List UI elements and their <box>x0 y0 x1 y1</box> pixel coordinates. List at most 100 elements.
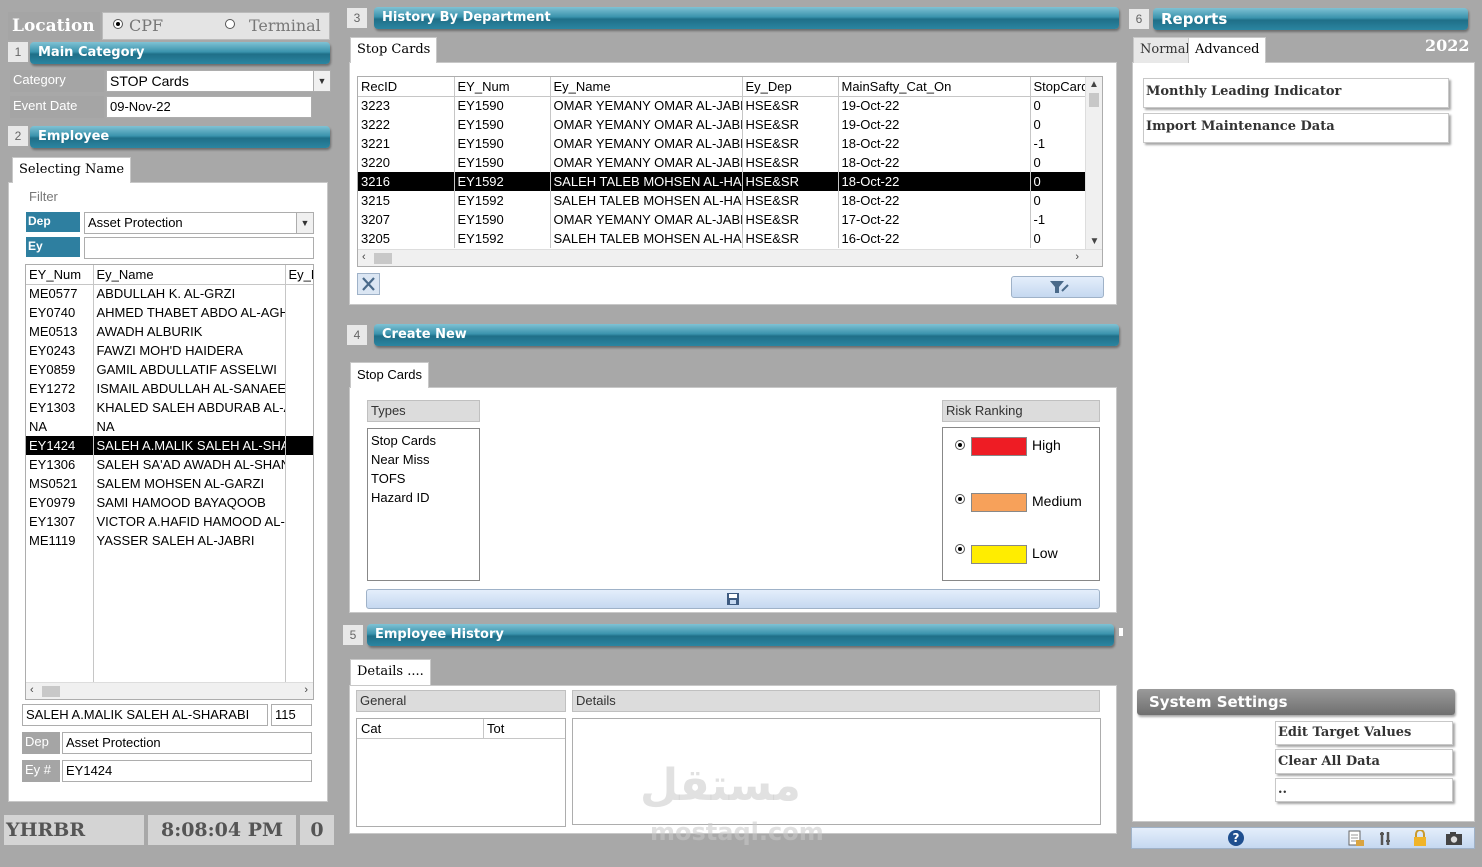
table-row[interactable]: 3221 EY1590 OMAR YEMANY OMAR AL-JABRI HSE&S… <box>358 134 1086 153</box>
edit-target-values-button[interactable]: Edit Target Values <box>1275 721 1453 745</box>
table-row[interactable]: 3215EY1592SALEH TALEB MOHSEN AL-HACHIMHS… <box>358 191 1086 210</box>
employee-list[interactable]: EY_Num Ey_Name Ey_D ME0577ABDULLAH K. AL… <box>25 264 314 700</box>
cell-ey-dep <box>285 360 313 379</box>
tab-selecting-name[interactable]: Selecting Name <box>12 157 132 183</box>
employee-hscrollbar[interactable]: ‹ › <box>26 682 313 699</box>
col-stop-cards[interactable]: StopCards <box>1030 77 1086 97</box>
col-ey-num[interactable]: EY_Num <box>26 265 94 285</box>
col-ey-num[interactable]: EY_Num <box>454 77 551 97</box>
col-tot[interactable]: Tot <box>487 721 504 736</box>
type-item-near-miss[interactable]: Near Miss <box>371 450 476 469</box>
location-radio-cpf[interactable] <box>113 19 123 29</box>
table-row[interactable]: ME0513 AWADH ALBURIK <box>26 322 313 341</box>
risk-ranking-label: Risk Ranking <box>942 400 1100 422</box>
type-item-tofs[interactable]: TOFS <box>371 469 476 488</box>
help-icon[interactable]: ? <box>1228 830 1244 846</box>
scroll-left-icon[interactable]: ‹ <box>362 251 366 263</box>
cell-ey-num: MS0521 <box>26 474 94 493</box>
col-ey-name[interactable]: Ey_Name <box>93 265 286 285</box>
table-row[interactable]: EY1303KHALED SALEH ABDURAB AL-AMRI <box>26 398 313 417</box>
selected-name-field[interactable]: SALEH A.MALIK SALEH AL-SHARABI <box>22 704 268 726</box>
table-row[interactable]: NA NA <box>26 417 313 436</box>
cell-ey-num: ME0513 <box>26 322 94 341</box>
col-ey-name[interactable]: Ey_Name <box>550 77 743 97</box>
clear-filter-button[interactable] <box>357 273 380 295</box>
scroll-left-icon[interactable]: ‹ <box>30 684 34 696</box>
scroll-thumb[interactable] <box>42 686 60 697</box>
risk-radio-high[interactable] <box>955 440 965 450</box>
dep-filter-label: Dep <box>26 212 80 232</box>
table-row[interactable]: 3220 EY1590 OMAR YEMANY OMAR AL-JABRI HSE&S… <box>358 153 1086 172</box>
scroll-right-icon[interactable]: › <box>304 684 308 696</box>
table-row[interactable]: 3216EY1592SALEH TALEB MOHSEN AL-HACHIMHS… <box>358 172 1086 191</box>
cell-ey-name: VICTOR A.HAFID HAMOOD AL-HAMDI <box>93 512 286 531</box>
types-listbox[interactable]: Stop Cards Near Miss TOFS Hazard ID <box>367 428 480 581</box>
col-ey-dep[interactable]: Ey_Dep <box>742 77 839 97</box>
more-settings-button[interactable]: .. <box>1275 778 1453 802</box>
col-ey-dep[interactable]: Ey_D <box>285 265 313 285</box>
column-divider <box>483 719 484 738</box>
table-row[interactable]: 3205EY1592SALEH TALEB MOHSEN AL-HACHIMHS… <box>358 229 1086 248</box>
location-radio-terminal[interactable] <box>225 19 235 29</box>
selected-ey-field[interactable]: EY1424 <box>62 760 312 782</box>
event-date-field[interactable]: 09-Nov-22 <box>106 96 312 118</box>
table-row[interactable]: EY1306SALEH SA'AD AWADH AL-SHANBARI <box>26 455 313 474</box>
table-row[interactable]: EY1424SALEH A.MALIK SALEH AL-SHARABI <box>26 436 313 455</box>
tab-history-stop-cards[interactable]: Stop Cards <box>350 37 438 63</box>
tab-create-stop-cards[interactable]: Stop Cards <box>350 362 430 388</box>
col-main-safety-cat-on[interactable]: MainSafty_Cat_On <box>838 77 1031 97</box>
table-row[interactable]: EY0859 GAMIL ABDULLATIF ASSELWI <box>26 360 313 379</box>
details-label: Details <box>572 690 1100 712</box>
tab-details[interactable]: Details .... <box>350 659 431 685</box>
chevron-down-icon[interactable]: ▼ <box>296 213 313 233</box>
table-row[interactable]: EY0979 SAMI HAMOOD BAYAQOOB <box>26 493 313 512</box>
cell-rec-id: 3205 <box>358 229 455 248</box>
clear-all-data-button[interactable]: Clear All Data <box>1275 749 1453 774</box>
scroll-thumb[interactable] <box>1089 93 1099 107</box>
monthly-leading-indicator-button[interactable]: Monthly Leading Indicator <box>1143 78 1449 108</box>
category-combobox[interactable]: STOP Cards ▼ <box>106 70 331 92</box>
filter-button[interactable] <box>1011 276 1104 298</box>
cell-stop-cards: 0 <box>1030 172 1086 191</box>
selected-count-field[interactable]: 115 <box>271 704 312 726</box>
col-rec-id[interactable]: RecID <box>358 77 455 97</box>
table-row[interactable]: 3222 EY1590 OMAR YEMANY OMAR AL-JABRI HSE&S… <box>358 115 1086 134</box>
dep-filter-combobox[interactable]: Asset Protection ▼ <box>84 212 314 234</box>
type-item-stop-cards[interactable]: Stop Cards <box>371 431 476 450</box>
lock-icon[interactable] <box>1411 830 1429 847</box>
tab-advanced[interactable]: Advanced <box>1188 37 1267 63</box>
type-item-hazard-id[interactable]: Hazard ID <box>371 488 476 507</box>
column-divider <box>285 285 286 683</box>
table-row[interactable]: EY0243 FAWZI MOH'D HAIDERA <box>26 341 313 360</box>
scroll-down-icon[interactable]: ▼ <box>1086 236 1102 247</box>
camera-icon[interactable] <box>1445 831 1463 846</box>
tools-icon[interactable] <box>1378 830 1396 847</box>
table-row[interactable]: MS0521 SALEM MOHSEN AL-GARZI <box>26 474 313 493</box>
create-new-header: Create New <box>374 324 1119 346</box>
history-hscrollbar[interactable]: ‹ › <box>358 249 1102 266</box>
general-grid[interactable]: Cat Tot <box>356 718 566 827</box>
save-button[interactable] <box>366 589 1100 609</box>
scroll-right-icon[interactable]: › <box>1075 251 1079 263</box>
table-row[interactable]: ME0577 ABDULLAH K. AL-GRZI <box>26 284 313 303</box>
location-group: CPF Terminal <box>102 12 330 40</box>
risk-radio-low[interactable] <box>955 544 965 554</box>
ey-filter-input[interactable] <box>84 237 314 259</box>
table-row[interactable]: EY0740AHMED THABET ABDO AL-AGHBARI <box>26 303 313 322</box>
selected-dep-field[interactable]: Asset Protection <box>62 732 312 754</box>
history-vscrollbar[interactable]: ▲ ▼ <box>1085 77 1102 249</box>
scroll-thumb[interactable] <box>374 253 392 264</box>
report-icon[interactable] <box>1347 830 1365 847</box>
col-cat[interactable]: Cat <box>361 721 381 736</box>
table-row[interactable]: ME1119 YASSER SALEH AL-JABRI <box>26 531 313 550</box>
table-row[interactable]: 3223 EY1590 OMAR YEMANY OMAR AL-JABRI HSE&S… <box>358 96 1086 115</box>
chevron-down-icon[interactable]: ▼ <box>313 71 330 91</box>
table-row[interactable]: 3207 EY1590 OMAR YEMANY OMAR AL-JABRI HSE&S… <box>358 210 1086 229</box>
import-maintenance-data-button[interactable]: Import Maintenance Data <box>1143 113 1449 143</box>
scroll-up-icon[interactable]: ▲ <box>1086 77 1102 93</box>
table-row[interactable]: EY1272 ISMAIL ABDULLAH AL-SANAEE <box>26 379 313 398</box>
cell-ey-num: ME1119 <box>26 531 94 550</box>
risk-radio-medium[interactable] <box>955 494 965 504</box>
table-row[interactable]: EY1307VICTOR A.HAFID HAMOOD AL-HAMDI <box>26 512 313 531</box>
history-grid[interactable]: RecID EY_Num Ey_Name Ey_Dep MainSafty_Ca… <box>357 76 1103 267</box>
